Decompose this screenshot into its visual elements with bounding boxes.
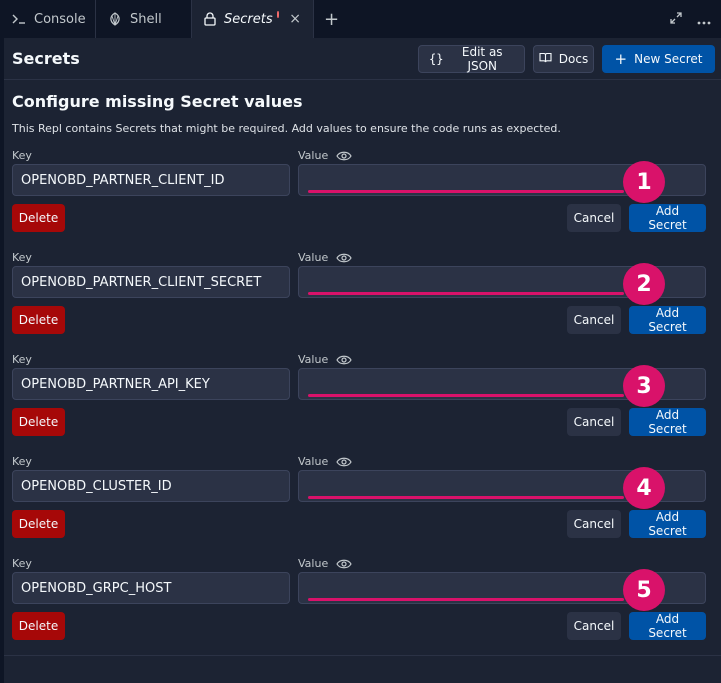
page-title: Secrets xyxy=(12,49,80,68)
delete-button[interactable]: Delete xyxy=(12,306,65,334)
highlight-underline xyxy=(308,190,624,193)
unsaved-dot xyxy=(276,10,280,18)
close-tab-icon[interactable]: × xyxy=(289,11,301,27)
highlight-underline xyxy=(308,598,624,601)
tab-label: Secrets xyxy=(224,11,273,27)
plus-icon: + xyxy=(614,49,628,68)
delete-button[interactable]: Delete xyxy=(12,204,65,232)
tab-bar: Console Shell Secrets × + xyxy=(0,0,721,38)
step-marker: 5 xyxy=(623,569,665,611)
terminal-icon xyxy=(12,12,26,26)
docs-button[interactable]: Docs xyxy=(533,44,594,73)
step-marker: 3 xyxy=(623,365,665,407)
book-icon xyxy=(539,52,552,66)
value-label-text: Value xyxy=(298,455,329,468)
add-secret-button[interactable]: Add Secret xyxy=(629,204,706,232)
secrets-app: Console Shell Secrets × + Secrets {} Edi… xyxy=(0,0,721,683)
highlight-underline xyxy=(308,496,624,499)
key-label: Key xyxy=(12,557,32,570)
secret-row: Key Value OPENOBD_CLUSTER_ID 4 Delete Ca… xyxy=(12,455,708,557)
edit-as-json-button[interactable]: {} Edit as JSON xyxy=(418,44,525,73)
eye-icon[interactable] xyxy=(336,457,352,467)
key-label: Key xyxy=(12,353,32,366)
add-tab-icon[interactable]: + xyxy=(314,0,349,38)
more-options-icon[interactable] xyxy=(697,10,711,29)
highlight-underline xyxy=(308,394,624,397)
cancel-button[interactable]: Cancel xyxy=(567,204,621,232)
cancel-button[interactable]: Cancel xyxy=(567,306,621,334)
cancel-button[interactable]: Cancel xyxy=(567,510,621,538)
secret-row: Key Value OPENOBD_PARTNER_CLIENT_ID 1 De… xyxy=(12,149,708,251)
key-input[interactable]: OPENOBD_PARTNER_API_KEY xyxy=(12,368,290,400)
edit-as-json-label: Edit as JSON xyxy=(461,44,503,73)
tabbar-actions xyxy=(669,0,721,38)
section-title: Configure missing Secret values xyxy=(12,92,303,111)
tab-label: Console xyxy=(34,11,86,27)
left-edge xyxy=(0,38,4,683)
secret-row: Key Value OPENOBD_GRPC_HOST 5 Delete Can… xyxy=(12,557,708,659)
cancel-button[interactable]: Cancel xyxy=(567,408,621,436)
new-secret-button[interactable]: + New Secret xyxy=(602,44,715,73)
eye-icon[interactable] xyxy=(336,253,352,263)
eye-icon[interactable] xyxy=(336,355,352,365)
bottom-divider xyxy=(4,655,721,656)
eye-icon[interactable] xyxy=(336,559,352,569)
lock-icon xyxy=(204,12,216,26)
add-secret-button[interactable]: Add Secret xyxy=(629,408,706,436)
value-label-text: Value xyxy=(298,557,329,570)
cancel-button[interactable]: Cancel xyxy=(567,612,621,640)
value-label-text: Value xyxy=(298,149,329,162)
tab-secrets[interactable]: Secrets × xyxy=(192,0,314,38)
header-actions: {} Edit as JSON Docs + New Secret xyxy=(418,44,715,73)
section-description: This Repl contains Secrets that might be… xyxy=(12,122,561,135)
key-input[interactable]: OPENOBD_CLUSTER_ID xyxy=(12,470,290,502)
step-marker: 2 xyxy=(623,263,665,305)
value-label: Value xyxy=(298,353,352,366)
delete-button[interactable]: Delete xyxy=(12,408,65,436)
key-input[interactable]: OPENOBD_GRPC_HOST xyxy=(12,572,290,604)
value-label: Value xyxy=(298,455,352,468)
shell-icon xyxy=(108,12,122,26)
step-marker: 1 xyxy=(623,161,665,203)
key-input[interactable]: OPENOBD_PARTNER_CLIENT_ID xyxy=(12,164,290,196)
secret-row: Key Value OPENOBD_PARTNER_API_KEY 3 Dele… xyxy=(12,353,708,455)
tab-label: Shell xyxy=(130,11,162,27)
key-label: Key xyxy=(12,251,32,264)
step-marker: 4 xyxy=(623,467,665,509)
delete-button[interactable]: Delete xyxy=(12,612,65,640)
docs-label: Docs xyxy=(558,51,589,66)
highlight-underline xyxy=(308,292,624,295)
braces-icon: {} xyxy=(429,51,444,66)
key-label: Key xyxy=(12,149,32,162)
key-input[interactable]: OPENOBD_PARTNER_CLIENT_SECRET xyxy=(12,266,290,298)
new-secret-label: New Secret xyxy=(634,51,703,66)
value-label-text: Value xyxy=(298,353,329,366)
tab-shell[interactable]: Shell xyxy=(96,0,192,38)
expand-icon[interactable] xyxy=(669,10,683,29)
add-secret-button[interactable]: Add Secret xyxy=(629,510,706,538)
key-label: Key xyxy=(12,455,32,468)
tab-console[interactable]: Console xyxy=(0,0,96,38)
eye-icon[interactable] xyxy=(336,151,352,161)
add-secret-button[interactable]: Add Secret xyxy=(629,306,706,334)
value-label-text: Value xyxy=(298,251,329,264)
value-label: Value xyxy=(298,557,352,570)
secrets-header: Secrets {} Edit as JSON Docs + New Secre… xyxy=(4,38,721,80)
value-label: Value xyxy=(298,251,352,264)
add-secret-button[interactable]: Add Secret xyxy=(629,612,706,640)
value-label: Value xyxy=(298,149,352,162)
delete-button[interactable]: Delete xyxy=(12,510,65,538)
secret-row: Key Value OPENOBD_PARTNER_CLIENT_SECRET … xyxy=(12,251,708,353)
